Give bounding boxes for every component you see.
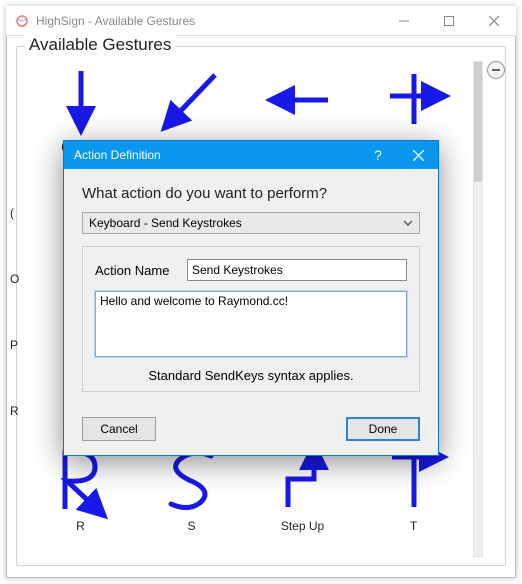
gesture-label: Step Up [281, 519, 324, 533]
gesture-item-t[interactable]: T [358, 441, 469, 561]
dialog-title: Action Definition [64, 148, 358, 162]
dialog-titlebar: Action Definition ? [64, 141, 438, 169]
titlebar: HighSign - Available Gestures [6, 6, 516, 36]
cancel-button[interactable]: Cancel [82, 417, 156, 441]
gesture-label: R [76, 519, 85, 533]
groupbox-label: Available Gestures [25, 35, 175, 55]
action-script-textarea[interactable] [95, 291, 407, 357]
obscured-labels: ( O P R [10, 180, 24, 444]
gestures-scrollbar[interactable] [473, 61, 483, 557]
gesture-item-r[interactable]: R [25, 441, 136, 561]
action-definition-dialog: Action Definition ? What action do you w… [63, 140, 439, 456]
maximize-button[interactable] [426, 6, 471, 36]
action-type-combo[interactable]: Keyboard - Send Keystrokes [82, 212, 420, 234]
scrollbar-thumb[interactable] [474, 62, 482, 182]
minimize-button[interactable] [381, 6, 426, 36]
minus-icon [492, 69, 500, 71]
gesture-item-s[interactable]: S [136, 441, 247, 561]
gesture-glyph [157, 61, 227, 139]
app-icon [14, 13, 30, 29]
gesture-glyph [379, 61, 449, 139]
action-type-value: Keyboard - Send Keystrokes [89, 216, 242, 230]
gesture-item-step-up[interactable]: Step Up [247, 441, 358, 561]
gesture-glyph [268, 61, 338, 139]
done-button[interactable]: Done [346, 417, 420, 441]
syntax-hint: Standard SendKeys syntax applies. [95, 368, 407, 383]
action-name-label: Action Name [95, 263, 187, 278]
dialog-close-button[interactable] [398, 141, 438, 169]
chevron-down-icon [403, 217, 413, 231]
close-button[interactable] [471, 6, 516, 36]
action-details-panel: Action Name Standard SendKeys syntax app… [82, 246, 420, 392]
gesture-label: T [410, 519, 417, 533]
gesture-glyph [46, 61, 116, 139]
action-name-input[interactable] [187, 259, 407, 281]
gesture-label: S [187, 519, 195, 533]
remove-gesture-button[interactable] [487, 61, 505, 79]
dialog-help-button[interactable]: ? [358, 141, 398, 169]
window-title: HighSign - Available Gestures [36, 14, 195, 28]
dialog-question: What action do you want to perform? [82, 185, 420, 202]
